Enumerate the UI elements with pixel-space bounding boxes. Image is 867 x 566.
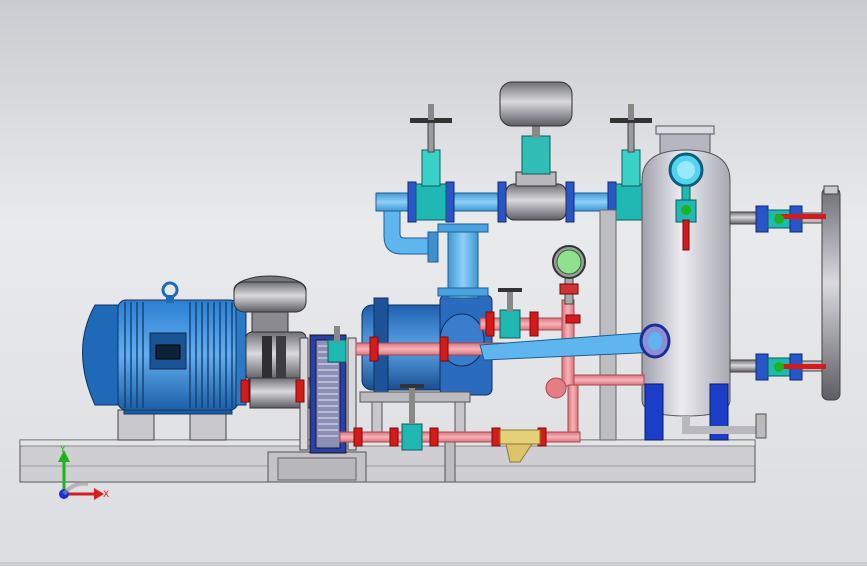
base-frame bbox=[19, 439, 756, 483]
triad-y-label: Y bbox=[59, 445, 66, 455]
actuated-control-valve bbox=[497, 81, 575, 223]
cad-viewport[interactable]: Y X bbox=[0, 0, 867, 562]
pump-skid-drawing: Y X bbox=[19, 81, 841, 500]
gate-valve-left bbox=[407, 104, 455, 223]
level-gauge bbox=[755, 185, 841, 401]
separator-tank bbox=[641, 125, 767, 441]
triad-x-label: X bbox=[103, 490, 109, 500]
pressure-gauge bbox=[552, 245, 586, 305]
liquid-ring-vacuum-pump bbox=[359, 294, 493, 441]
electric-motor bbox=[82, 281, 247, 441]
